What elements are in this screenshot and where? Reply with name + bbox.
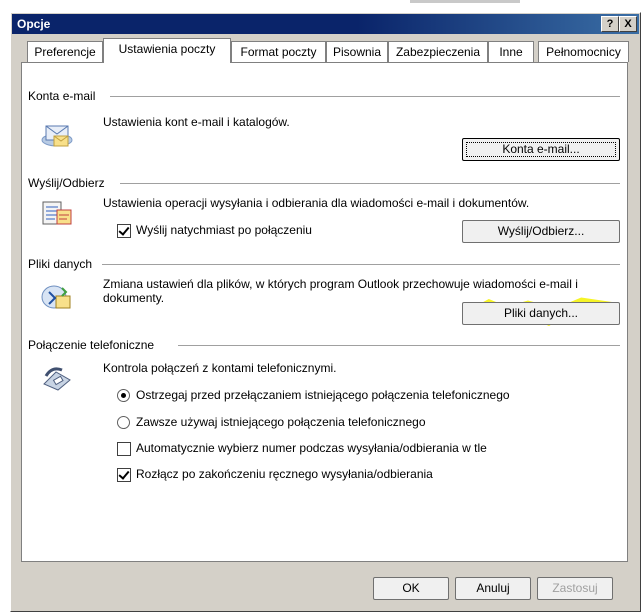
section-divider (120, 183, 620, 185)
title-bar[interactable]: Opcje ? X (12, 14, 639, 34)
tab-mail-setup[interactable]: Ustawienia poczty (103, 38, 231, 63)
ok-button[interactable]: OK (373, 577, 449, 600)
tab-label: Inne (499, 45, 523, 59)
data-files-description-line2: dokumenty. (103, 291, 165, 305)
button-label: Zastosuj (552, 581, 598, 595)
data-files-icon (41, 285, 71, 309)
help-button[interactable]: ? (601, 16, 619, 32)
email-accounts-icon (41, 125, 73, 147)
accounts-description: Ustawienia kont e-mail i katalogów. (103, 115, 290, 129)
cancel-button[interactable]: Anuluj (455, 577, 531, 600)
button-label: Pliki danych... (503, 306, 579, 320)
always-use-connection-radio[interactable] (117, 416, 130, 429)
tab-delegates[interactable]: Pełnomocnicy (538, 41, 629, 62)
section-title-send-receive: Wyślij/Odbierz (28, 176, 105, 190)
section-title-dialup: Połączenie telefoniczne (28, 338, 155, 352)
telephone-icon (43, 367, 71, 391)
email-accounts-button[interactable]: Konta e-mail... (462, 138, 620, 161)
tab-label: Format poczty (240, 45, 317, 59)
section-divider (178, 345, 620, 347)
always-use-connection-label[interactable]: Zawsze używaj istniejącego połączenia te… (136, 415, 426, 429)
auto-dial-label[interactable]: Automatycznie wybierz numer podczas wysy… (136, 441, 487, 455)
tab-label: Preferencje (34, 45, 96, 59)
window-title: Opcje (17, 17, 51, 31)
send-receive-button[interactable]: Wyślij/Odbierz... (462, 220, 620, 243)
send-receive-description: Ustawienia operacji wysyłania i odbieran… (103, 196, 530, 210)
section-title-data-files: Pliki danych (28, 257, 93, 271)
send-immediately-checkbox[interactable] (117, 224, 131, 238)
tab-label: Zabezpieczenia (395, 45, 481, 59)
section-divider (110, 96, 620, 98)
tab-label: Pełnomocnicy (546, 45, 621, 59)
background-window-edge (410, 0, 520, 3)
tab-preferences[interactable]: Preferencje (27, 41, 103, 62)
dialup-description: Kontrola połączeń z kontami telefoniczny… (103, 361, 337, 375)
send-immediately-label[interactable]: Wyślij natychmiast po połączeniu (136, 223, 312, 237)
tab-other[interactable]: Inne (488, 41, 534, 62)
tab-mail-format[interactable]: Format poczty (231, 41, 326, 62)
tab-security[interactable]: Zabezpieczenia (388, 41, 488, 62)
data-files-button[interactable]: Pliki danych... (462, 302, 620, 325)
tab-spelling[interactable]: Pisownia (326, 41, 388, 62)
section-divider (102, 264, 620, 266)
tab-label: Ustawienia poczty (118, 42, 216, 56)
background-strip (0, 0, 643, 10)
warn-switch-connection-radio[interactable] (117, 389, 130, 402)
section-title-accounts: Konta e-mail (28, 89, 96, 103)
tab-label: Pisownia (332, 45, 382, 59)
send-receive-icon (42, 201, 72, 225)
warn-switch-connection-label[interactable]: Ostrzegaj przed przełączaniem istniejące… (136, 388, 510, 402)
button-label: Anuluj (476, 581, 510, 595)
button-label: Konta e-mail... (502, 142, 580, 156)
data-files-description-line1: Zmiana ustawień dla plików, w których pr… (103, 277, 578, 291)
button-label: Wyślij/Odbierz... (497, 224, 585, 238)
hang-up-checkbox[interactable] (117, 468, 131, 482)
apply-button[interactable]: Zastosuj (537, 577, 613, 600)
hang-up-label[interactable]: Rozłącz po zakończeniu ręcznego wysyłani… (136, 467, 433, 481)
auto-dial-checkbox[interactable] (117, 442, 131, 456)
close-button[interactable]: X (619, 16, 637, 32)
button-label: OK (402, 581, 420, 595)
